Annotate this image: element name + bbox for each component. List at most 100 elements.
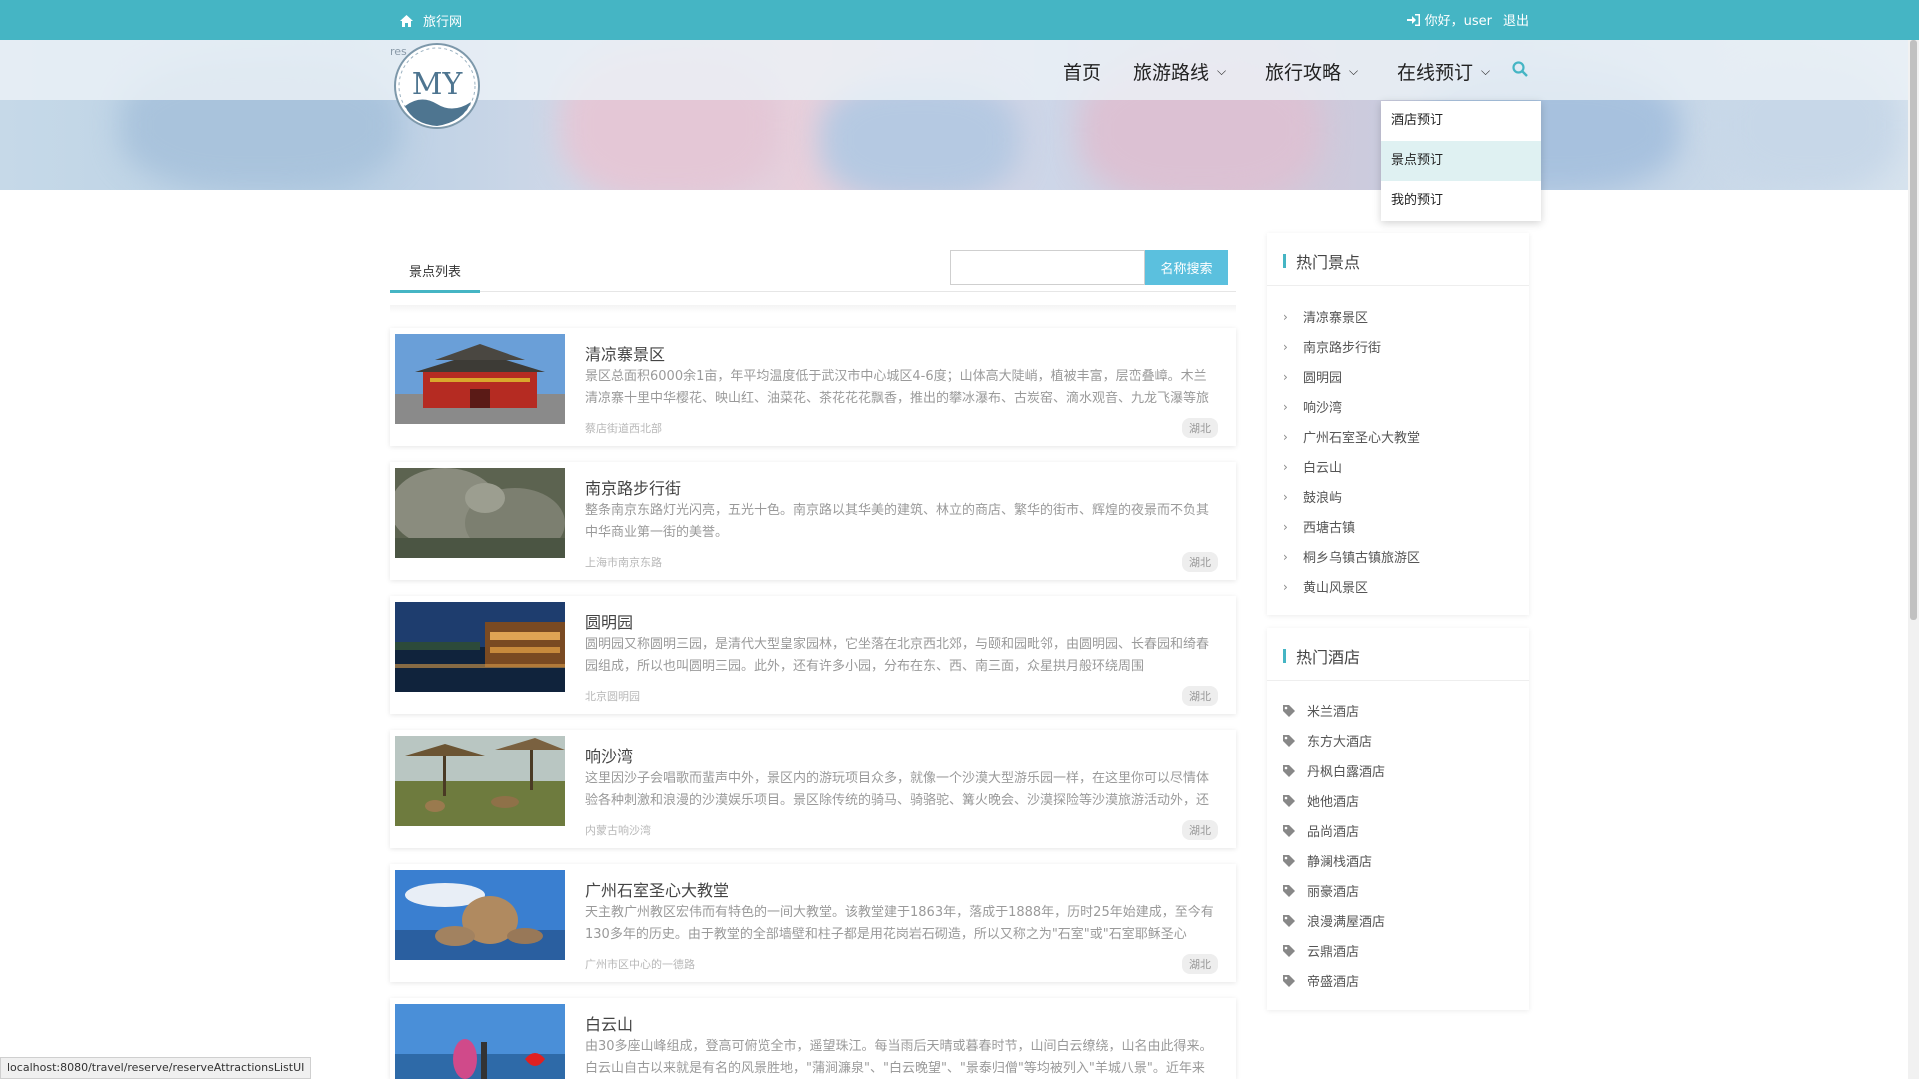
hot-hotel-item[interactable]: 米兰酒店 <box>1283 701 1359 720</box>
nav-guides[interactable]: 旅行攻略 ⌵ <box>1265 58 1358 85</box>
list-item[interactable]: 白云山 由30多座山峰组成，登高可俯览全市，遥望珠江。每当雨后天晴或暮春时节，山… <box>390 998 1236 1079</box>
hot-hotel-item[interactable]: 丹枫白露酒店 <box>1283 761 1385 780</box>
chevron-down-icon: ⌵ <box>1481 64 1491 78</box>
hot-hotels-title: 热门酒店 <box>1296 648 1361 667</box>
dropdown-item-hotel[interactable]: 酒店预订 <box>1381 101 1541 141</box>
attraction-title[interactable]: 圆明园 <box>585 609 633 633</box>
chevron-down-icon: ⌵ <box>1349 64 1359 78</box>
attraction-desc: 景区总面积6000余1亩，年平均温度低于武汉市中心城区4-6度；山体高大陡峭，植… <box>585 369 1210 406</box>
user-greeting[interactable]: 你好，user <box>1425 10 1492 29</box>
attraction-image[interactable] <box>395 468 565 558</box>
search-input[interactable] <box>950 250 1145 285</box>
list-separator <box>390 305 1236 313</box>
hot-spot-item[interactable]: › 鼓浪屿 <box>1283 487 1342 507</box>
chevron-right-icon: › <box>1283 369 1288 384</box>
nav-search[interactable] <box>1512 61 1528 77</box>
logout-link[interactable]: 退出 <box>1503 10 1529 29</box>
hot-hotel-item[interactable]: 她他酒店 <box>1283 791 1359 810</box>
attraction-address: 广州市区中心的一德路 <box>585 958 695 971</box>
site-link[interactable]: 旅行网 <box>400 11 462 30</box>
hot-hotel-item[interactable]: 浪漫满屋酒店 <box>1283 911 1385 930</box>
attraction-title[interactable]: 清凉寨景区 <box>585 341 665 365</box>
attraction-address: 上海市南京东路 <box>585 556 662 569</box>
page-scrollbar[interactable] <box>1908 40 1919 1079</box>
hot-spot-item[interactable]: › 圆明园 <box>1283 367 1342 387</box>
region-badge: 湖北 <box>1182 552 1218 572</box>
dropdown-item-attraction[interactable]: 景点预订 <box>1381 141 1541 181</box>
hot-hotel-item[interactable]: 东方大酒店 <box>1283 731 1372 750</box>
tag-icon <box>1283 704 1295 717</box>
tag-icon <box>1283 944 1295 957</box>
chevron-right-icon: › <box>1283 549 1288 564</box>
home-icon <box>400 14 413 27</box>
hot-spot-item[interactable]: › 南京路步行街 <box>1283 337 1381 357</box>
hot-hotel-item[interactable]: 云鼎酒店 <box>1283 941 1359 960</box>
top-bar: 旅行网 你好，user 退出 <box>0 0 1919 40</box>
heading-accent <box>1283 649 1286 663</box>
chevron-right-icon: › <box>1283 339 1288 354</box>
attraction-image[interactable] <box>395 1004 565 1079</box>
attraction-address: 内蒙古响沙湾 <box>585 824 651 837</box>
hot-spot-item[interactable]: › 广州石室圣心大教堂 <box>1283 427 1420 447</box>
search-icon <box>1512 61 1528 77</box>
sign-in-icon <box>1406 13 1420 26</box>
chevron-down-icon: ⌵ <box>1217 64 1227 78</box>
scrollbar-thumb[interactable] <box>1910 40 1917 620</box>
attraction-address: 北京圆明园 <box>585 690 640 703</box>
region-badge: 湖北 <box>1182 686 1218 706</box>
attraction-desc: 整条南京东路灯光闪亮，五光十色。南京路以其华美的建筑、林立的商店、繁华的街市、辉… <box>585 503 1210 540</box>
nav-booking[interactable]: 在线预订 ⌵ <box>1397 58 1490 85</box>
tag-icon <box>1283 764 1295 777</box>
tab-attraction-list[interactable]: 景点列表 <box>409 261 461 280</box>
hot-hotel-item[interactable]: 帝盛酒店 <box>1283 971 1359 990</box>
list-item[interactable]: 广州石室圣心大教堂 天主教广州教区宏伟而有特色的一间大教堂。该教堂建于1863年… <box>390 864 1236 982</box>
tag-icon <box>1283 734 1295 747</box>
hot-hotel-item[interactable]: 品尚酒店 <box>1283 821 1359 840</box>
nav-routes[interactable]: 旅游路线 ⌵ <box>1133 58 1226 85</box>
site-logo[interactable]: MY <box>391 42 483 130</box>
attraction-title[interactable]: 白云山 <box>585 1011 633 1035</box>
divider <box>1267 680 1529 681</box>
list-item[interactable]: 响沙湾 这里因沙子会唱歌而蜚声中外，景区内的游玩项目众多，就像一个沙漠大型游乐园… <box>390 730 1236 848</box>
logo-text: MY <box>412 67 464 102</box>
tag-icon <box>1283 854 1295 867</box>
hot-hotels-panel: 热门酒店 米兰酒店 东方大酒店 丹枫白露酒店 她他酒店 品尚酒店 静澜栈酒店 丽… <box>1267 628 1529 1010</box>
attraction-desc: 由30多座山峰组成，登高可俯览全市，遥望珠江。每当雨后天晴或暮春时节，山间白云缭… <box>585 1039 1213 1076</box>
nav-band <box>0 40 1908 100</box>
attraction-image[interactable] <box>395 602 565 692</box>
hot-spot-item[interactable]: › 响沙湾 <box>1283 397 1342 417</box>
user-area: 你好，user 退出 <box>1406 10 1529 29</box>
attraction-image[interactable] <box>395 736 565 826</box>
site-name: 旅行网 <box>423 15 463 30</box>
attraction-title[interactable]: 南京路步行街 <box>585 475 681 499</box>
divider <box>1267 285 1529 286</box>
attraction-desc: 天主教广州教区宏伟而有特色的一间大教堂。该教堂建于1863年，落成于1888年，… <box>585 905 1214 942</box>
attraction-image[interactable] <box>395 870 565 960</box>
search-button[interactable]: 名称搜索 <box>1145 250 1228 285</box>
hot-spots-title: 热门景点 <box>1296 253 1361 272</box>
hot-spot-item[interactable]: › 桐乡乌镇古镇旅游区 <box>1283 547 1420 567</box>
hot-hotel-item[interactable]: 丽豪酒店 <box>1283 881 1359 900</box>
chevron-right-icon: › <box>1283 579 1288 594</box>
dropdown-item-my-booking[interactable]: 我的预订 <box>1381 181 1541 221</box>
nav-home[interactable]: 首页 <box>1063 58 1101 85</box>
chevron-right-icon: › <box>1283 489 1288 504</box>
hot-spot-item[interactable]: › 西塘古镇 <box>1283 517 1355 537</box>
chevron-right-icon: › <box>1283 309 1288 324</box>
attraction-image[interactable] <box>395 334 565 424</box>
hot-hotel-item[interactable]: 静澜栈酒店 <box>1283 851 1372 870</box>
chevron-right-icon: › <box>1283 429 1288 444</box>
attraction-desc: 圆明园又称圆明三园，是清代大型皇家园林，它坐落在北京西北郊，与颐和园毗邻，由圆明… <box>585 637 1210 674</box>
list-item[interactable]: 清凉寨景区 景区总面积6000余1亩，年平均温度低于武汉市中心城区4-6度；山体… <box>390 328 1236 446</box>
tag-icon <box>1283 794 1295 807</box>
attraction-address: 蔡店街道西北部 <box>585 422 662 435</box>
hot-spot-item[interactable]: › 黄山风景区 <box>1283 577 1368 597</box>
hot-spots-heading: 热门景点 <box>1283 249 1360 273</box>
hot-spot-item[interactable]: › 清凉寨景区 <box>1283 307 1368 327</box>
attraction-title[interactable]: 响沙湾 <box>585 743 633 767</box>
list-item[interactable]: 南京路步行街 整条南京东路灯光闪亮，五光十色。南京路以其华美的建筑、林立的商店、… <box>390 462 1236 580</box>
hot-spot-item[interactable]: › 白云山 <box>1283 457 1342 477</box>
list-item[interactable]: 圆明园 圆明园又称圆明三园，是清代大型皇家园林，它坐落在北京西北郊，与颐和园毗邻… <box>390 596 1236 714</box>
attraction-title[interactable]: 广州石室圣心大教堂 <box>585 877 729 901</box>
attraction-desc: 这里因沙子会唱歌而蜚声中外，景区内的游玩项目众多，就像一个沙漠大型游乐园一样，在… <box>585 771 1210 808</box>
